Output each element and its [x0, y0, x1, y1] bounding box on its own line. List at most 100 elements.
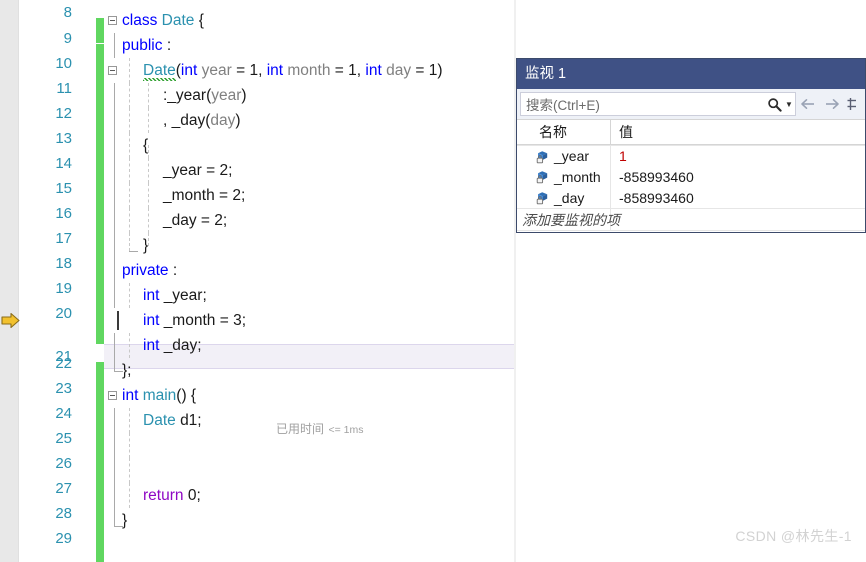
private-field-icon [535, 190, 550, 205]
indent-guide [148, 158, 149, 183]
collapse-toggle-ctor[interactable] [108, 66, 117, 75]
indent-guide [114, 483, 115, 508]
code-text: _year = 2; [163, 162, 233, 179]
indent-guide [114, 283, 115, 308]
indent-guide [114, 83, 115, 108]
add-watch-item-row[interactable]: 添加要监视的项 [517, 208, 865, 231]
code-text: , _day(day) [163, 112, 241, 129]
watch-value-cell[interactable]: -858993460 [611, 190, 861, 206]
indent-guide [129, 433, 130, 458]
collapse-toggle-main[interactable] [108, 391, 117, 400]
code-line-24[interactable]: 24 int main() { [0, 383, 516, 444]
add-watch-item-prompt[interactable]: 添加要监视的项 [517, 209, 620, 230]
code-line-27[interactable]: 27 [0, 458, 516, 519]
indent-guide [114, 158, 115, 183]
code-line-15[interactable]: 15 _year = 2; [0, 158, 516, 219]
watch-window[interactable]: 监视 1 搜索(Ctrl+E) ▼ 名称 值 _year 1 _month -8… [516, 58, 866, 233]
indent-guide [114, 408, 115, 433]
code-text: Date d1; [143, 412, 202, 429]
table-row[interactable]: _year 1 [517, 145, 865, 167]
indent-guide [114, 258, 115, 283]
code-text: private : [122, 262, 178, 279]
code-text: _month = 2; [163, 187, 246, 204]
navigate-back-button[interactable] [796, 91, 820, 117]
code-text: } [143, 237, 149, 254]
indent-guide [114, 208, 115, 233]
code-text: }; [122, 362, 132, 379]
indent-guide [129, 408, 130, 433]
code-line-17[interactable]: 17 _day = 2; [0, 208, 516, 269]
table-row[interactable]: _day -858993460 [517, 187, 865, 208]
code-text: { [143, 137, 149, 154]
code-line-19[interactable]: 19 private : [0, 258, 516, 319]
indent-guide [148, 108, 149, 133]
code-line-29[interactable]: 29 } [0, 508, 516, 562]
code-line-16[interactable]: 16 _month = 2; [0, 183, 516, 244]
watch-value-cell[interactable]: 1 [611, 148, 861, 164]
code-editor[interactable]: 8 9 class Date { 10 public : 11 Date(int… [0, 0, 516, 562]
indent-guide [129, 108, 130, 133]
column-header-value[interactable]: 值 [611, 120, 851, 144]
watch-value-cell[interactable]: -858993460 [611, 169, 861, 185]
code-line-21[interactable]: 21 int _month = 3; 已用时间 <= 1ms [0, 308, 516, 436]
indent-guide [129, 208, 130, 233]
code-line-23[interactable]: 23 }; [0, 358, 516, 419]
indent-guide [114, 458, 115, 483]
line-number: 29 [55, 530, 72, 547]
indent-guide [114, 508, 115, 526]
column-header-name[interactable]: 名称 [517, 120, 611, 144]
indent-guide [129, 483, 130, 508]
indent-guide [129, 133, 130, 158]
watermark: CSDN @林先生-1 [735, 528, 852, 544]
search-input[interactable]: 搜索(Ctrl+E) ▼ [520, 92, 796, 116]
watch-name-cell[interactable]: _day [517, 187, 611, 208]
navigate-forward-button[interactable] [820, 91, 844, 117]
current-statement-arrow-icon [1, 312, 21, 329]
indent-guide [114, 333, 115, 358]
indent-guide [148, 83, 149, 108]
watch-window-title: 监视 1 [517, 59, 865, 89]
search-placeholder: 搜索(Ctrl+E) [526, 98, 600, 113]
code-text: int main() { [122, 387, 197, 404]
watch-name-text: _day [554, 189, 585, 206]
chevron-down-icon[interactable]: ▼ [783, 93, 795, 115]
search-icon[interactable] [765, 93, 783, 115]
code-line-18[interactable]: 18 } [0, 233, 516, 294]
indent-guide [129, 58, 130, 83]
code-lines-container[interactable]: 8 9 class Date { 10 public : 11 Date(int… [0, 0, 516, 562]
watch-name-cell[interactable]: _month [517, 166, 611, 187]
code-line-9[interactable]: 9 class Date { [0, 8, 516, 69]
code-line-10[interactable]: 10 public : [0, 33, 516, 94]
code-line-11[interactable]: 11 Date(int year = 1, int month = 1, int… [0, 58, 516, 119]
collapse-toggle-class[interactable] [108, 16, 117, 25]
code-line-28[interactable]: 28 return 0; [0, 483, 516, 544]
indent-guide [129, 183, 130, 208]
code-text: } [122, 512, 128, 529]
code-line-22[interactable]: 22 int _day; [0, 333, 516, 394]
code-line-26[interactable]: 26 [0, 433, 516, 494]
watch-name-cell[interactable]: _year [517, 145, 611, 167]
code-line-13[interactable]: 13 , _day(day) [0, 108, 516, 169]
code-line-8[interactable]: 8 [0, 0, 516, 43]
watch-name-text: _month [554, 168, 601, 185]
code-text: Date(int year = 1, int month = 1, int da… [143, 58, 443, 83]
watch-name-text: _year [554, 148, 590, 164]
code-text: :_year(year) [163, 87, 247, 104]
code-text: int _year; [143, 287, 207, 304]
columns-icon[interactable] [844, 91, 862, 117]
indent-guide [114, 183, 115, 208]
table-row[interactable]: _month -858993460 [517, 166, 865, 187]
indent-guide [129, 158, 130, 183]
change-bar [96, 544, 104, 562]
indent-guide [114, 133, 115, 158]
indent-guide [114, 108, 115, 133]
code-text: return 0; [143, 487, 201, 504]
code-line-12[interactable]: 12 :_year(year) [0, 83, 516, 144]
watch-toolbar[interactable]: 搜索(Ctrl+E) ▼ [517, 89, 865, 119]
code-line-14[interactable]: 14 { [0, 133, 516, 194]
text-caret [117, 311, 119, 330]
watch-column-headers[interactable]: 名称 值 [517, 119, 865, 145]
code-line-20[interactable]: 20 int _year; [0, 283, 516, 344]
indent-guide [148, 183, 149, 208]
code-line-25[interactable]: 25 Date d1; [0, 408, 516, 469]
